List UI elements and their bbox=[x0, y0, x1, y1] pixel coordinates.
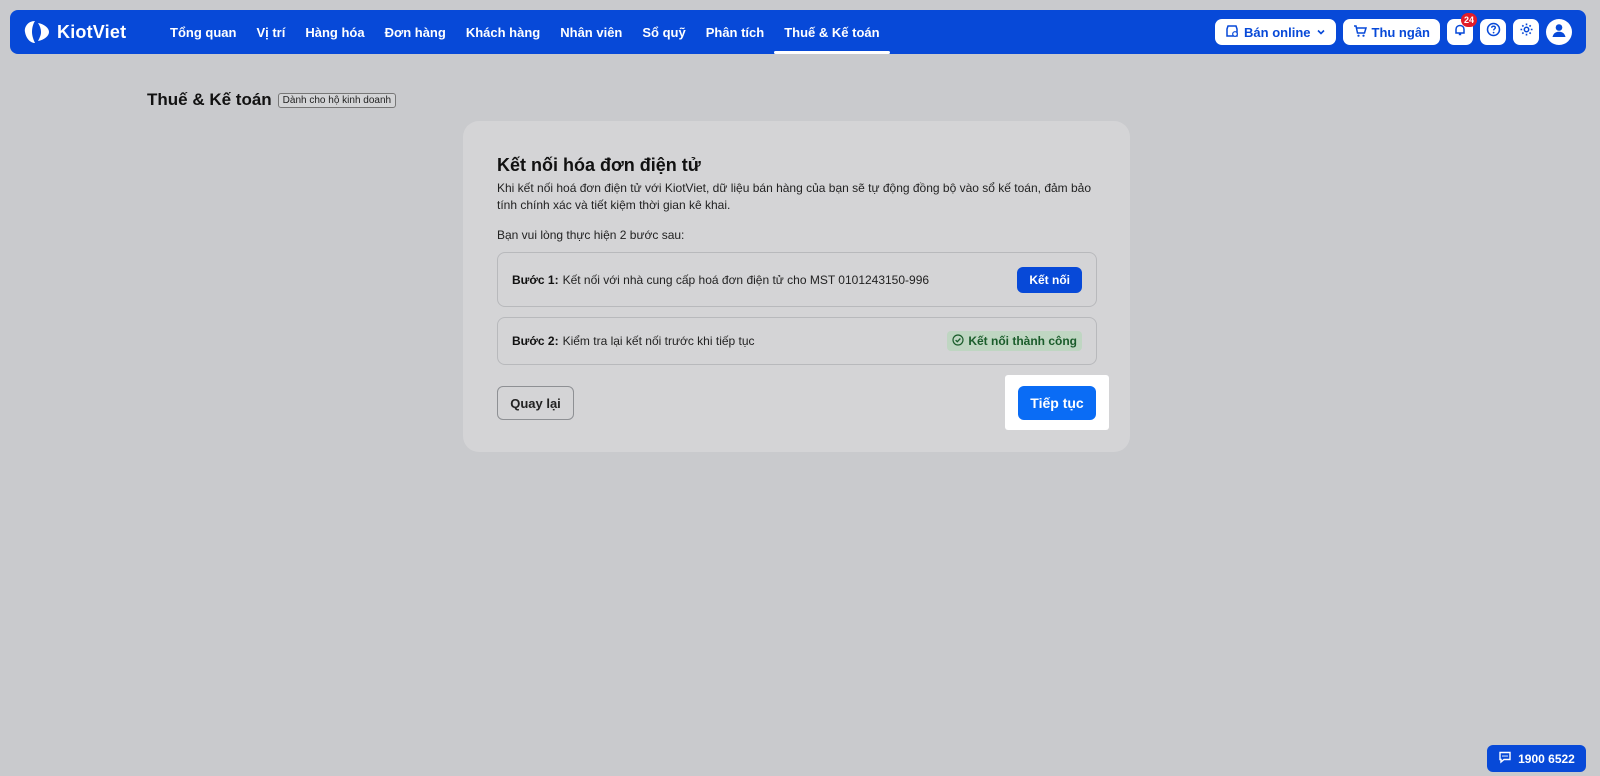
store-icon bbox=[1225, 24, 1239, 41]
notification-button[interactable]: 24 bbox=[1447, 13, 1477, 45]
nav-item-vi-tri[interactable]: Vị trí bbox=[246, 10, 295, 54]
header-tools: Bán online Thu ngân 24 bbox=[1215, 13, 1572, 45]
sell-online-button[interactable]: Bán online bbox=[1215, 19, 1336, 45]
main-nav: Tổng quan Vị trí Hàng hóa Đơn hàng Khách… bbox=[160, 10, 890, 54]
step-1-label: Bước 1: bbox=[512, 272, 559, 287]
chevron-down-icon bbox=[1316, 25, 1326, 40]
continue-button-highlight: Tiếp tục bbox=[1005, 375, 1109, 430]
step-1-text: Kết nối với nhà cung cấp hoá đơn điện tử… bbox=[562, 272, 930, 287]
connection-status-text: Kết nối thành công bbox=[968, 334, 1077, 348]
card-description: Khi kết nối hoá đơn điện tử với KiotViet… bbox=[497, 181, 1092, 212]
step-2-label: Bước 2: bbox=[512, 334, 559, 348]
continue-button[interactable]: Tiếp tục bbox=[1018, 385, 1096, 420]
cart-icon bbox=[1353, 24, 1367, 41]
nav-item-so-quy[interactable]: Sổ quỹ bbox=[632, 10, 695, 54]
nav-item-phan-tich[interactable]: Phân tích bbox=[696, 10, 775, 54]
hotline-number: 1900 6522 bbox=[1518, 751, 1575, 766]
nav-item-hang-hoa[interactable]: Hàng hóa bbox=[295, 10, 374, 54]
step-1-row: Bước 1: Kết nối với nhà cung cấp hoá đơn… bbox=[497, 252, 1097, 307]
cashier-label: Thu ngân bbox=[1371, 24, 1431, 40]
notification-count-badge: 24 bbox=[1460, 13, 1477, 27]
page-title: Thuế & Kế toán bbox=[147, 90, 272, 109]
business-type-tag: Dành cho hộ kinh doanh bbox=[277, 92, 397, 108]
gear-icon bbox=[1519, 22, 1534, 42]
kiotviet-logo-icon bbox=[24, 19, 50, 45]
card-title: Kết nối hóa đơn điện tử bbox=[497, 155, 701, 175]
hotline-button[interactable]: 1900 6522 bbox=[1487, 745, 1586, 772]
connection-success-badge: Kết nối thành công bbox=[947, 331, 1082, 351]
help-button[interactable] bbox=[1480, 19, 1506, 45]
connect-button[interactable]: Kết nối bbox=[1017, 266, 1082, 293]
chat-icon bbox=[1498, 750, 1512, 767]
user-avatar[interactable] bbox=[1546, 19, 1572, 45]
check-circle-icon bbox=[952, 333, 964, 349]
nav-item-khach-hang[interactable]: Khách hàng bbox=[456, 10, 550, 54]
e-invoice-connection-card: Kết nối hóa đơn điện tử Khi kết nối hoá … bbox=[463, 121, 1130, 452]
question-circle-icon bbox=[1486, 22, 1501, 42]
step-2-text: Kiểm tra lại kết nối trước khi tiếp tục bbox=[562, 334, 755, 348]
cashier-button[interactable]: Thu ngân bbox=[1342, 19, 1440, 45]
sell-online-label: Bán online bbox=[1244, 24, 1311, 40]
user-icon bbox=[1550, 21, 1568, 44]
settings-button[interactable] bbox=[1513, 19, 1539, 45]
steps-instruction: Bạn vui lòng thực hiện 2 bước sau: bbox=[497, 228, 685, 242]
nav-item-nhan-vien[interactable]: Nhân viên bbox=[550, 10, 632, 54]
kiotviet-logo[interactable]: KiotViet bbox=[24, 19, 144, 45]
nav-item-tong-quan[interactable]: Tổng quan bbox=[160, 10, 246, 54]
nav-item-thue-ke-toan[interactable]: Thuế & Kế toán bbox=[774, 10, 890, 54]
page-header: Thuế & Kế toán Dành cho hộ kinh doanh bbox=[147, 90, 397, 110]
back-button[interactable]: Quay lại bbox=[497, 386, 574, 420]
nav-item-don-hang[interactable]: Đơn hàng bbox=[375, 10, 456, 54]
app-name: KiotViet bbox=[57, 21, 127, 42]
step-2-row: Bước 2: Kiểm tra lại kết nối trước khi t… bbox=[497, 317, 1097, 365]
top-navigation-bar: KiotViet Tổng quan Vị trí Hàng hóa Đơn h… bbox=[10, 10, 1586, 54]
